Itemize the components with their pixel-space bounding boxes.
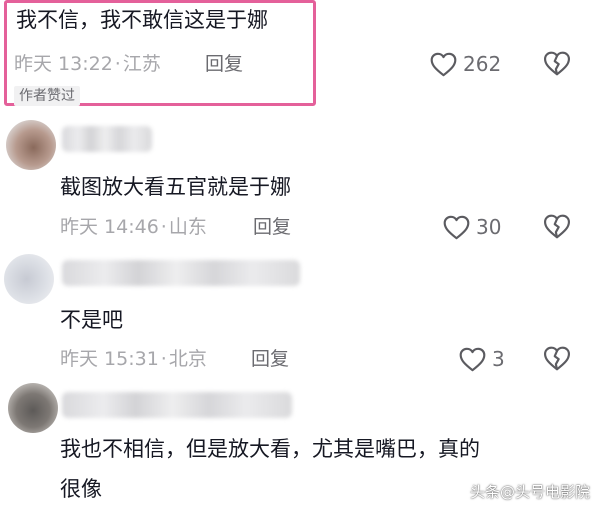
dislike-button[interactable] — [543, 346, 571, 375]
heart-outline-icon — [443, 215, 470, 239]
comment-text: 我不信，我不敢信这是于娜 — [16, 8, 268, 32]
meta-separator: · — [160, 348, 167, 370]
blurred-username — [62, 126, 152, 152]
comment-location: 江苏 — [122, 53, 161, 75]
dislike-button[interactable] — [543, 51, 571, 80]
comment-time: 昨天 14:46 — [60, 216, 159, 238]
comment-time: 昨天 15:31 — [60, 348, 159, 370]
comment-list: 我不信，我不敢信这是于娜 昨天 13:22 · 江苏 回复 作者赞过 262 截图放… — [0, 0, 600, 512]
meta-separator: · — [160, 216, 167, 238]
like-button[interactable]: 30 — [443, 214, 501, 240]
author-liked-badge: 作者赞过 — [14, 86, 80, 106]
broken-heart-icon — [543, 214, 571, 239]
comment-time: 昨天 13:22 — [14, 53, 113, 75]
comment-text-line: 很像 — [60, 477, 102, 501]
broken-heart-icon — [543, 51, 571, 76]
reply-button[interactable]: 回复 — [205, 52, 243, 76]
like-button[interactable]: 3 — [459, 346, 505, 372]
comment-meta: 昨天 15:31 · 北京 — [60, 347, 207, 371]
meta-separator: · — [114, 53, 121, 75]
comment-text-line: 我也不相信，但是放大看，尤其是嘴巴，真的 — [60, 437, 480, 461]
heart-outline-icon — [430, 52, 457, 76]
reply-button[interactable]: 回复 — [251, 347, 289, 371]
comment-location: 山东 — [168, 216, 207, 238]
like-count: 262 — [463, 52, 502, 76]
blurred-username — [62, 392, 292, 418]
broken-heart-icon — [543, 346, 571, 371]
dislike-button[interactable] — [543, 214, 571, 243]
comment-location: 北京 — [168, 348, 207, 370]
comment-item: 我不信，我不敢信这是于娜 昨天 13:22 · 江苏 回复 作者赞过 262 — [0, 0, 600, 106]
like-button[interactable]: 262 — [430, 51, 501, 77]
comment-text: 截图放大看五官就是于娜 — [60, 175, 291, 199]
comment-text: 不是吧 — [60, 308, 123, 332]
comment-meta: 昨天 14:46 · 山东 — [60, 215, 207, 239]
like-count: 3 — [492, 347, 505, 371]
watermark: 头条@头号电影院 — [469, 483, 590, 501]
avatar[interactable] — [8, 383, 58, 433]
avatar[interactable] — [6, 120, 56, 170]
blurred-username — [62, 260, 300, 286]
reply-button[interactable]: 回复 — [253, 215, 291, 239]
avatar[interactable] — [4, 254, 54, 304]
like-count: 30 — [476, 215, 502, 239]
comment-meta: 昨天 13:22 · 江苏 — [14, 52, 161, 76]
heart-outline-icon — [459, 347, 486, 371]
